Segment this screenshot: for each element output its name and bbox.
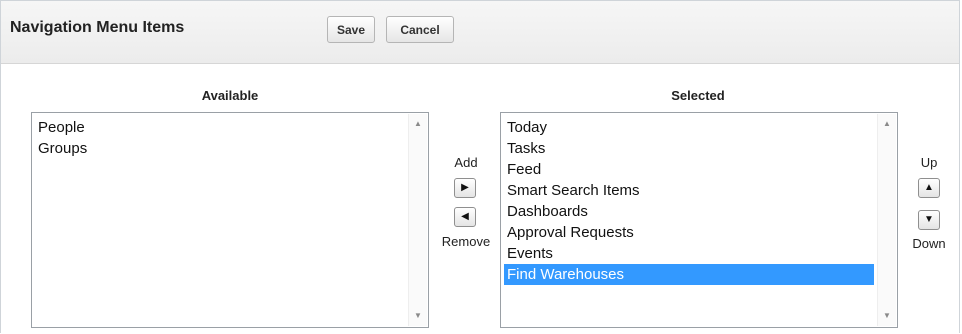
up-down-controls: Up ▲ ▼ Down <box>906 151 952 261</box>
scroll-down-icon[interactable]: ▼ <box>878 308 896 324</box>
selected-option-events[interactable]: Events <box>504 243 874 264</box>
selected-label: Selected <box>671 88 725 103</box>
scroll-up-icon[interactable]: ▲ <box>878 116 896 132</box>
selected-option-find-warehouses[interactable]: Find Warehouses <box>504 264 874 285</box>
move-up-button[interactable]: ▲ <box>918 178 940 198</box>
remove-label: Remove <box>441 234 491 249</box>
selected-listbox[interactable]: Today Tasks Feed Smart Search Items Dash… <box>500 112 898 328</box>
available-option-groups[interactable]: Groups <box>35 138 405 159</box>
add-label: Add <box>454 155 478 170</box>
scroll-down-icon[interactable]: ▼ <box>409 308 427 324</box>
selected-option-dashboards[interactable]: Dashboards <box>504 201 874 222</box>
remove-button[interactable]: ◀ <box>454 207 476 227</box>
save-button[interactable]: Save <box>327 16 375 43</box>
selected-option-tasks[interactable]: Tasks <box>504 138 874 159</box>
up-label: Up <box>920 155 938 170</box>
add-remove-controls: Add ▶ ◀ Remove <box>433 151 499 261</box>
page-title: Navigation Menu Items <box>10 19 185 36</box>
available-label: Available <box>201 88 259 103</box>
move-down-button[interactable]: ▼ <box>918 210 940 230</box>
selected-option-smart-search-items[interactable]: Smart Search Items <box>504 180 874 201</box>
cancel-button[interactable]: Cancel <box>386 16 454 43</box>
available-listbox[interactable]: People Groups ▲ ▼ <box>31 112 429 328</box>
triangle-left-icon: ◀ <box>461 211 469 222</box>
selected-option-feed[interactable]: Feed <box>504 159 874 180</box>
navigation-menu-panel: Navigation Menu Items Save Cancel Availa… <box>0 0 960 333</box>
panel-header: Navigation Menu Items Save Cancel <box>1 1 959 64</box>
add-button[interactable]: ▶ <box>454 178 476 198</box>
selected-option-today[interactable]: Today <box>504 117 874 138</box>
down-label: Down <box>912 236 946 251</box>
available-scrollbar[interactable]: ▲ ▼ <box>408 114 427 326</box>
triangle-right-icon: ▶ <box>461 182 469 193</box>
triangle-down-icon: ▼ <box>924 214 934 225</box>
selected-option-approval-requests[interactable]: Approval Requests <box>504 222 874 243</box>
available-option-people[interactable]: People <box>35 117 405 138</box>
triangle-up-icon: ▲ <box>924 182 934 193</box>
scroll-up-icon[interactable]: ▲ <box>409 116 427 132</box>
selected-scrollbar[interactable]: ▲ ▼ <box>877 114 896 326</box>
